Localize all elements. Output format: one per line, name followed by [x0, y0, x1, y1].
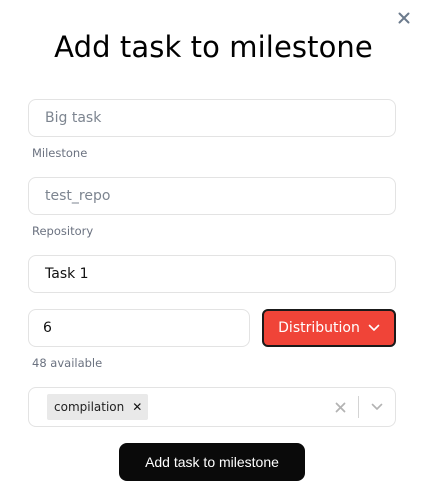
milestone-value: Big task: [45, 110, 102, 126]
remove-tag-icon[interactable]: ✕: [132, 400, 142, 414]
milestone-field[interactable]: Big task: [28, 99, 396, 137]
tag-label: compilation: [54, 400, 125, 414]
milestone-caption: Milestone: [32, 146, 88, 160]
clear-tags-button[interactable]: [322, 402, 358, 413]
quantity-input[interactable]: 6: [28, 309, 250, 347]
repository-field[interactable]: test_repo: [28, 177, 396, 215]
chevron-down-icon: [368, 324, 380, 331]
close-icon: [398, 12, 410, 24]
distribution-button[interactable]: Distribution: [262, 309, 396, 347]
clear-icon: [335, 402, 345, 412]
repository-value: test_repo: [45, 188, 111, 204]
tags-dropdown-button[interactable]: [359, 403, 395, 411]
task-value: Task 1: [45, 266, 89, 282]
tag-chip: compilation ✕: [47, 394, 149, 420]
dialog-title: Add task to milestone: [54, 30, 373, 64]
task-field[interactable]: Task 1: [28, 255, 396, 293]
tags-select[interactable]: compilation ✕: [28, 387, 396, 427]
chevron-down-icon: [371, 403, 383, 410]
close-button[interactable]: [396, 10, 412, 26]
distribution-label: Distribution: [278, 320, 360, 336]
tags-controls: [322, 388, 395, 426]
add-task-button[interactable]: Add task to milestone: [119, 443, 305, 481]
available-caption: 48 available: [32, 356, 103, 370]
quantity-value: 6: [43, 320, 52, 336]
repository-caption: Repository: [32, 224, 94, 238]
